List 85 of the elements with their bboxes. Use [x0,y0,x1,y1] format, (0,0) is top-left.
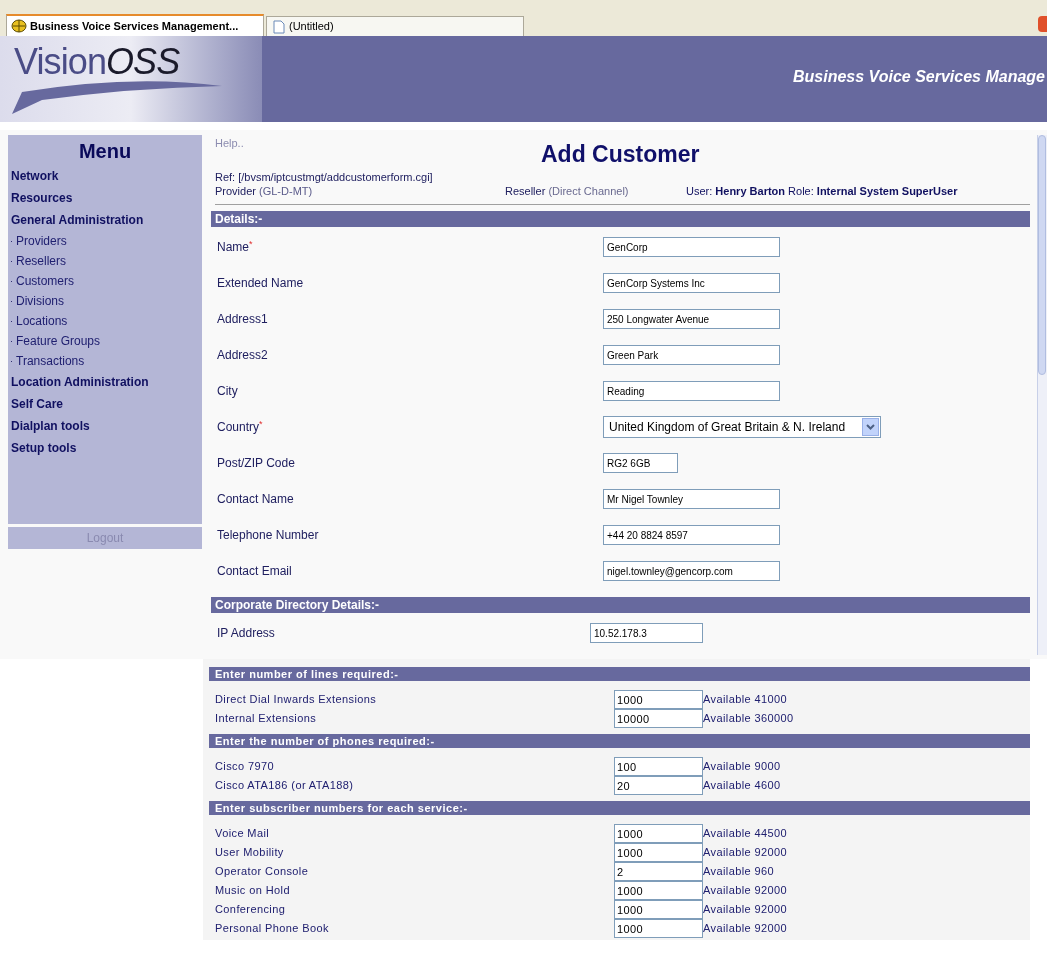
menu-item[interactable]: Setup tools [8,437,202,459]
input-field[interactable]: 1000 [614,881,703,900]
menu-item[interactable]: Transactions [8,351,202,371]
field-label: City [216,383,239,400]
menu-item[interactable]: Customers [8,271,202,291]
availability-text: Available 92000 [703,845,788,861]
input-field[interactable]: 1000 [614,900,703,919]
menu-item[interactable]: Resources [8,187,202,209]
input-field[interactable]: 1000 [614,843,703,862]
input-field[interactable]: GenCorp Systems Inc [603,273,780,293]
input-field[interactable]: GenCorp [603,237,780,257]
field-label: Personal Phone Book [215,921,330,937]
country-select[interactable]: United Kingdom of Great Britain & N. Ireland [603,416,881,438]
section-header: Corporate Directory Details:- [211,597,1030,613]
input-field[interactable]: nigel.townley@gencorp.com [603,561,780,581]
scrollbar[interactable] [1037,135,1047,655]
page-title: Add Customer [541,140,700,169]
reseller-info: Reseller (Direct Channel) [505,184,630,198]
menu-item[interactable]: Network [8,165,202,187]
input-field[interactable]: Mr Nigel Townley [603,489,780,509]
availability-text: Available 92000 [703,902,788,918]
menu-item[interactable]: Location Administration [8,371,202,393]
menu-item[interactable]: Resellers [8,251,202,271]
user-role-info: User: Henry Barton Role: Internal System SuperUser [686,184,958,198]
menu-item[interactable]: General Administration [8,209,202,231]
section-header: Details:- [211,211,1030,227]
menu-item[interactable]: Locations [8,311,202,331]
section-header: Enter subscriber numbers for each service:- [209,801,1030,815]
close-icon[interactable] [1038,16,1047,32]
field-label: User Mobility [215,845,285,861]
input-field[interactable]: 20 [614,776,703,795]
app-title: Business Voice Services Manage [793,67,1046,87]
field-label: Conferencing [215,902,287,918]
availability-text: Available 360000 [703,711,794,727]
input-field[interactable]: +44 20 8824 8597 [603,525,780,545]
input-field[interactable]: RG2 6GB [603,453,678,473]
availability-text: Available 92000 [703,921,788,937]
section-header: Enter the number of phones required:- [209,734,1030,748]
field-label: Telephone Number [216,527,320,544]
availability-text: Available 9000 [703,759,781,775]
field-label: Cisco 7970 [215,759,276,775]
menu-item[interactable]: Providers [8,231,202,251]
field-label: Country* [216,418,264,436]
menu-item[interactable]: Dialplan tools [8,415,202,437]
input-field[interactable]: 250 Longwater Avenue [603,309,780,329]
field-label: Post/ZIP Code [216,455,296,472]
field-label: Voice Mail [215,826,271,842]
field-label: Cisco ATA186 (or ATA188) [215,778,355,794]
input-field[interactable]: 1000 [614,824,703,843]
field-label: Address2 [216,347,269,364]
input-field[interactable]: 10000 [614,709,703,728]
availability-text: Available 44500 [703,826,788,842]
availability-text: Available 41000 [703,692,788,708]
field-label: Extended Name [216,275,305,292]
field-label: Contact Name [216,491,295,508]
field-label: Direct Dial Inwards Extensions [215,692,378,708]
menu-item[interactable]: Divisions [8,291,202,311]
menu-heading: Menu [77,139,133,163]
availability-text: Available 92000 [703,883,788,899]
provider-info: Provider (GL-D-MT) [215,184,314,198]
input-field[interactable]: 1000 [614,919,703,938]
field-label: Contact Email [216,563,293,580]
chevron-icon [862,418,879,436]
browser-tab[interactable]: Business Voice Services Management... [6,14,264,36]
input-field[interactable]: 100 [614,757,703,776]
field-label: Internal Extensions [215,711,318,727]
input-field[interactable]: 10.52.178.3 [590,623,703,643]
globe-icon [11,19,27,33]
section-header: Enter number of lines required:- [209,667,1030,681]
input-field[interactable]: Green Park [603,345,780,365]
field-label: Address1 [216,311,269,328]
field-label: Name* [216,238,254,256]
input-field[interactable]: 2 [614,862,703,881]
field-label: Music on Hold [215,883,291,899]
field-label: Operator Console [215,864,310,880]
page-icon [273,19,285,34]
logo: VisionOSS [14,44,180,80]
availability-text: Available 960 [703,864,775,880]
input-field[interactable]: 1000 [614,690,703,709]
menu-item[interactable]: Self Care [8,393,202,415]
availability-text: Available 4600 [703,778,781,794]
browser-tab[interactable]: (Untitled) [266,16,524,36]
menu-item[interactable]: Feature Groups [8,331,202,351]
input-field[interactable]: Reading [603,381,780,401]
ref-path: Ref: [/bvsm/iptcustmgt/addcustomerform.cgi] [215,171,434,184]
